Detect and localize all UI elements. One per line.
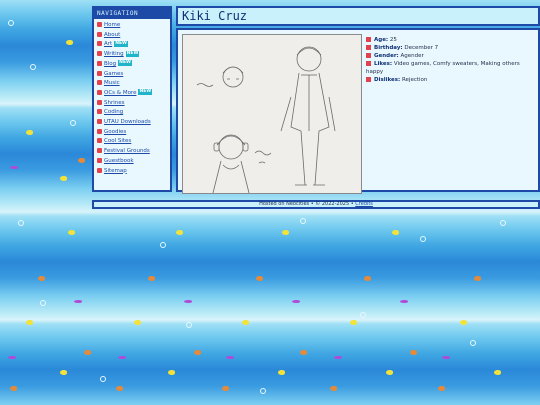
pencil-sketch [196, 46, 336, 194]
bullet-icon [97, 128, 102, 134]
nav-link[interactable]: OCs & More [104, 90, 136, 96]
page-container: NAVIGATION Home About Art NEW Writing NEW … [92, 6, 540, 210]
navigation-header: NAVIGATION [94, 8, 170, 19]
page-title: Kiki Cruz [182, 9, 248, 23]
nav-link[interactable]: About [104, 32, 120, 38]
bullet-icon [97, 31, 102, 37]
nav-item-sitemap[interactable]: Sitemap [97, 167, 170, 177]
bullet-icon [97, 157, 102, 163]
nav-item-ocs[interactable]: OCs & More NEW [97, 89, 170, 99]
nav-item-blog[interactable]: Blog NEW [97, 60, 170, 70]
nav-item-goodies[interactable]: Goodies [97, 128, 170, 138]
nav-link[interactable]: Goodies [104, 129, 126, 135]
fact-gender: Gender: Agender [366, 52, 538, 60]
bullet-icon [97, 138, 102, 144]
bullet-icon [97, 119, 102, 125]
nav-link[interactable]: Coding [104, 109, 123, 115]
nav-link[interactable]: Sitemap [104, 168, 127, 174]
footer: Hosted on Neocities • © 2022-2025 • Cred… [92, 200, 540, 209]
nav-item-festival[interactable]: Festival Grounds [97, 147, 170, 157]
nav-link[interactable]: Cool Sites [104, 138, 131, 144]
fact-value: Rejection [401, 77, 428, 83]
nav-item-utau[interactable]: UTAU Downloads [97, 118, 170, 128]
nav-link[interactable]: Guestbook [104, 158, 134, 164]
bullet-icon [97, 22, 102, 27]
fact-value: Agender [400, 53, 424, 59]
nav-link[interactable]: Shrines [104, 100, 125, 106]
character-facts: Age: 25 Birthday: December 7 Gender: Age… [366, 36, 538, 84]
nav-link[interactable]: Blog [104, 61, 116, 67]
credits-link[interactable]: Credits [355, 201, 373, 207]
fact-birthday: Birthday: December 7 [366, 44, 538, 52]
fact-label: Dislikes: [374, 77, 401, 83]
nav-item-shrines[interactable]: Shrines [97, 99, 170, 109]
navigation-list: Home About Art NEW Writing NEW Blog NEW Gam… [94, 21, 170, 176]
nav-item-games[interactable]: Games [97, 70, 170, 80]
fact-likes: Likes: Video games, Comfy sweaters, Maki… [366, 60, 538, 76]
fact-label: Birthday: [374, 45, 403, 51]
new-badge: NEW [118, 60, 132, 67]
nav-item-home[interactable]: Home [97, 21, 170, 31]
bullet-icon [97, 89, 102, 95]
new-badge: NEW [125, 50, 140, 57]
bullet-icon [97, 70, 102, 76]
content-panel: Age: 25 Birthday: December 7 Gender: Age… [176, 28, 540, 194]
fact-dislikes: Dislikes: Rejection [366, 76, 538, 84]
bullet-icon [97, 148, 102, 154]
fact-label: Age: [374, 37, 389, 43]
title-bar: Kiki Cruz [176, 6, 540, 26]
nav-item-music[interactable]: Music [97, 79, 170, 89]
nav-item-writing[interactable]: Writing NEW [97, 50, 170, 60]
nav-link[interactable]: Home [104, 22, 120, 28]
fact-age: Age: 25 [366, 36, 538, 44]
nav-link[interactable]: UTAU Downloads [104, 119, 151, 125]
bullet-icon [97, 167, 102, 173]
fact-label: Gender: [374, 53, 399, 59]
bullet-icon [97, 109, 102, 115]
fact-value: December 7 [404, 45, 439, 51]
fact-label: Likes: [374, 61, 393, 67]
pencil-icon [366, 77, 371, 82]
bullet-icon [97, 41, 102, 47]
footer-text: Hosted on Neocities • © 2022-2025 • [259, 201, 354, 207]
pencil-icon [366, 45, 371, 50]
bullet-icon [97, 99, 102, 105]
pencil-icon [366, 37, 371, 42]
nav-item-about[interactable]: About [97, 31, 170, 41]
nav-item-coding[interactable]: Coding [97, 108, 170, 118]
nav-item-guestbook[interactable]: Guestbook [97, 157, 170, 167]
nav-link[interactable]: Music [104, 80, 120, 86]
nav-item-cool-sites[interactable]: Cool Sites [97, 137, 170, 147]
bullet-icon [97, 80, 102, 86]
character-sketch-image [182, 34, 362, 194]
pencil-icon [366, 53, 371, 58]
new-badge: NEW [138, 89, 153, 96]
navigation-sidebar: NAVIGATION Home About Art NEW Writing NEW … [92, 6, 172, 192]
new-badge: NEW [114, 40, 128, 47]
nav-link[interactable]: Art [104, 41, 112, 47]
fact-value: 25 [389, 37, 397, 43]
nav-item-art[interactable]: Art NEW [97, 40, 170, 50]
bullet-icon [97, 51, 102, 57]
nav-link[interactable]: Festival Grounds [104, 148, 150, 154]
nav-link[interactable]: Games [104, 71, 123, 77]
bullet-icon [97, 60, 102, 66]
nav-link[interactable]: Writing [104, 51, 124, 57]
pencil-icon [366, 61, 371, 66]
